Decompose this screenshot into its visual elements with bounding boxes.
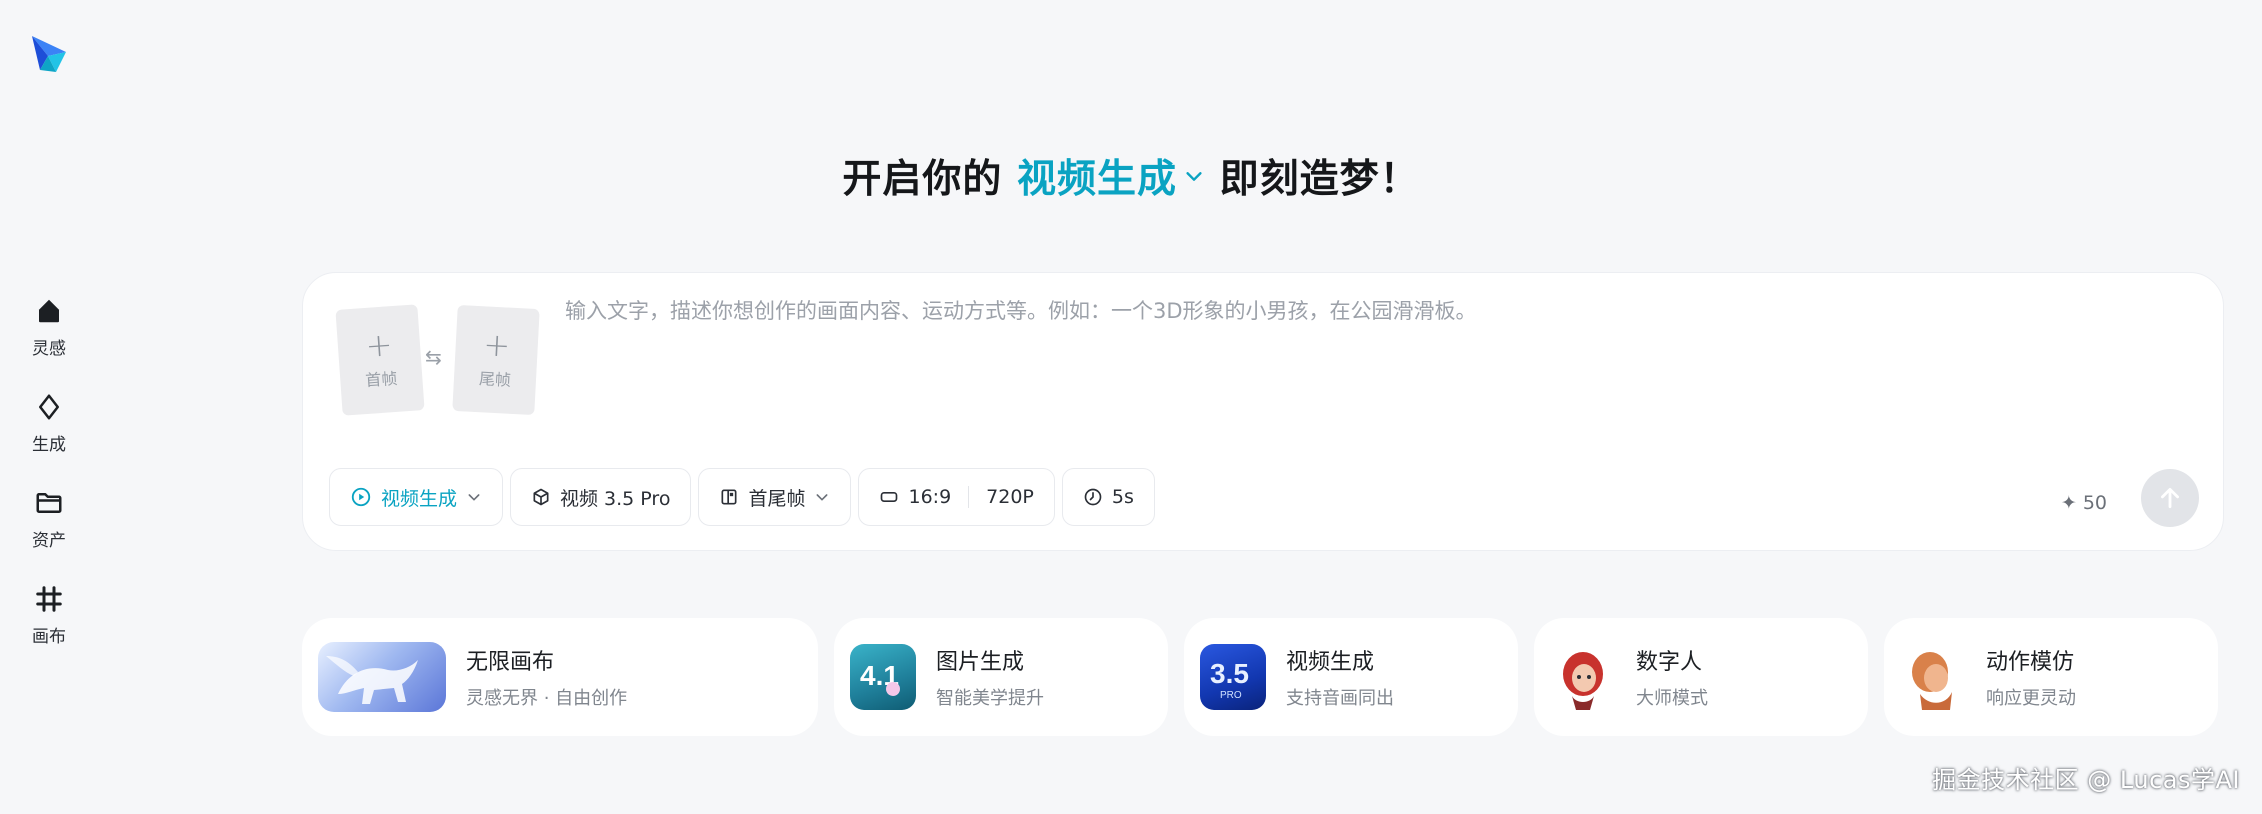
chevron-down-icon xyxy=(817,494,828,501)
feature-card-image-gen[interactable]: 4.1 图片生成 智能美学提升 xyxy=(834,618,1168,736)
last-frame-label: 尾帧 xyxy=(478,369,512,390)
ratio-resolution-button[interactable]: 16:9 720P xyxy=(858,468,1055,526)
watermark: 掘金技术社区 @ Lucas学AI xyxy=(1932,766,2240,794)
sparkle-icon: ✦ xyxy=(2060,492,2077,514)
frame-mode-label: 首尾帧 xyxy=(748,487,806,510)
flower-icon xyxy=(886,682,900,696)
sidebar-item-label: 灵感 xyxy=(32,339,66,359)
plus-icon: + xyxy=(482,325,512,365)
mode-select-label: 视频生成 xyxy=(381,487,458,510)
arrow-up-icon xyxy=(2161,487,2179,509)
headline-suffix: 即刻造梦！ xyxy=(1219,157,1420,202)
composer-toolbar: 视频生成 视频 3.5 Pro 首尾帧 16:9 720P 5s xyxy=(329,468,1155,526)
headline-prefix: 开启你的 xyxy=(842,157,1003,202)
feature-card-digital-human[interactable]: 数字人 大师模式 xyxy=(1534,618,1868,736)
sidebar-item-label: 画布 xyxy=(32,627,66,647)
sidebar-item-assets[interactable]: 资产 xyxy=(0,480,98,576)
duration-label: 5s xyxy=(1111,486,1134,508)
first-frame-label: 首帧 xyxy=(364,368,398,391)
feature-card-canvas[interactable]: 无限画布 灵感无界 · 自由创作 xyxy=(302,618,818,736)
credits-value: 50 xyxy=(2082,492,2107,514)
aspect-ratio-icon xyxy=(881,492,898,502)
feature-card-subtitle: 智能美学提升 xyxy=(936,688,1044,709)
pegasus-thumbnail xyxy=(318,642,446,712)
sidebar-item-label: 生成 xyxy=(32,435,66,455)
feature-card-subtitle: 响应更灵动 xyxy=(1986,688,2076,709)
mode-select-button[interactable]: 视频生成 xyxy=(329,468,504,526)
prompt-input[interactable] xyxy=(565,299,2165,323)
sidebar-item-canvas[interactable]: 画布 xyxy=(0,576,98,672)
app-logo[interactable] xyxy=(26,30,74,78)
resolution-label: 720P xyxy=(986,486,1034,508)
sidebar-item-label: 资产 xyxy=(32,531,66,551)
chevron-down-icon xyxy=(1186,172,1202,181)
feature-cards: 无限画布 灵感无界 · 自由创作 4.1 图片生成 智能美学提升 3.5 PRO… xyxy=(302,618,2218,736)
image-gen-thumbnail: 4.1 xyxy=(850,644,916,710)
prompt-composer: + 首帧 ⇆ + 尾帧 视频生成 视频 3.5 Pro 首尾帧 16:9 720… xyxy=(302,272,2224,551)
duration-button[interactable]: 5s xyxy=(1061,468,1155,526)
feature-card-motion-mimic[interactable]: 动作模仿 响应更灵动 xyxy=(1884,618,2218,736)
video-play-icon xyxy=(351,487,371,507)
frame-layout-icon xyxy=(721,489,737,505)
sidebar: 灵感 生成 资产 画布 xyxy=(0,288,98,672)
feature-card-title: 数字人 xyxy=(1636,650,1703,675)
sidebar-item-generate[interactable]: 生成 xyxy=(0,384,98,480)
feature-card-video-gen[interactable]: 3.5 PRO 视频生成 支持音画同出 xyxy=(1184,618,1518,736)
divider xyxy=(968,486,970,508)
model-select-button[interactable]: 视频 3.5 Pro xyxy=(510,468,692,526)
clock-icon xyxy=(1084,488,1102,506)
ratio-label: 16:9 xyxy=(908,486,952,508)
last-frame-upload[interactable]: + 尾帧 xyxy=(452,304,540,416)
cube-icon xyxy=(533,488,549,506)
feature-card-title: 视频生成 xyxy=(1286,650,1375,675)
feature-card-title: 图片生成 xyxy=(936,650,1025,675)
pro-badge: PRO xyxy=(1220,690,1242,701)
feature-card-subtitle: 支持音画同出 xyxy=(1286,688,1394,709)
video-gen-thumbnail: 3.5 PRO xyxy=(1200,644,1266,710)
home-icon xyxy=(32,294,66,328)
feature-card-title: 动作模仿 xyxy=(1986,650,2075,675)
plus-icon: + xyxy=(364,325,394,365)
frame-mode-button[interactable]: 首尾帧 xyxy=(698,468,852,526)
folder-icon xyxy=(32,486,66,520)
credits-indicator: ✦ 50 xyxy=(2061,492,2107,514)
motion-mimic-thumbnail xyxy=(1900,644,1966,710)
sparkle-diamond-icon xyxy=(32,390,66,424)
send-button[interactable] xyxy=(2141,469,2199,527)
swap-frames-icon[interactable]: ⇆ xyxy=(425,345,442,369)
sidebar-item-inspiration[interactable]: 灵感 xyxy=(0,288,98,384)
mode-switcher-label: 视频生成 xyxy=(1016,157,1177,202)
feature-card-subtitle: 大师模式 xyxy=(1636,688,1708,709)
chevron-down-icon xyxy=(468,494,480,501)
video-gen-version: 3.5 xyxy=(1210,658,1249,689)
crop-grid-icon xyxy=(32,582,66,616)
mode-switcher[interactable]: 视频生成 xyxy=(1017,148,1205,204)
feature-card-subtitle: 灵感无界 · 自由创作 xyxy=(466,688,628,709)
feature-card-title: 无限画布 xyxy=(466,650,555,675)
model-select-label: 视频 3.5 Pro xyxy=(560,487,671,510)
page-headline: 开启你的 视频生成 即刻造梦！ xyxy=(0,148,2262,204)
first-frame-upload[interactable]: + 首帧 xyxy=(335,304,425,416)
digital-human-thumbnail xyxy=(1550,644,1616,710)
